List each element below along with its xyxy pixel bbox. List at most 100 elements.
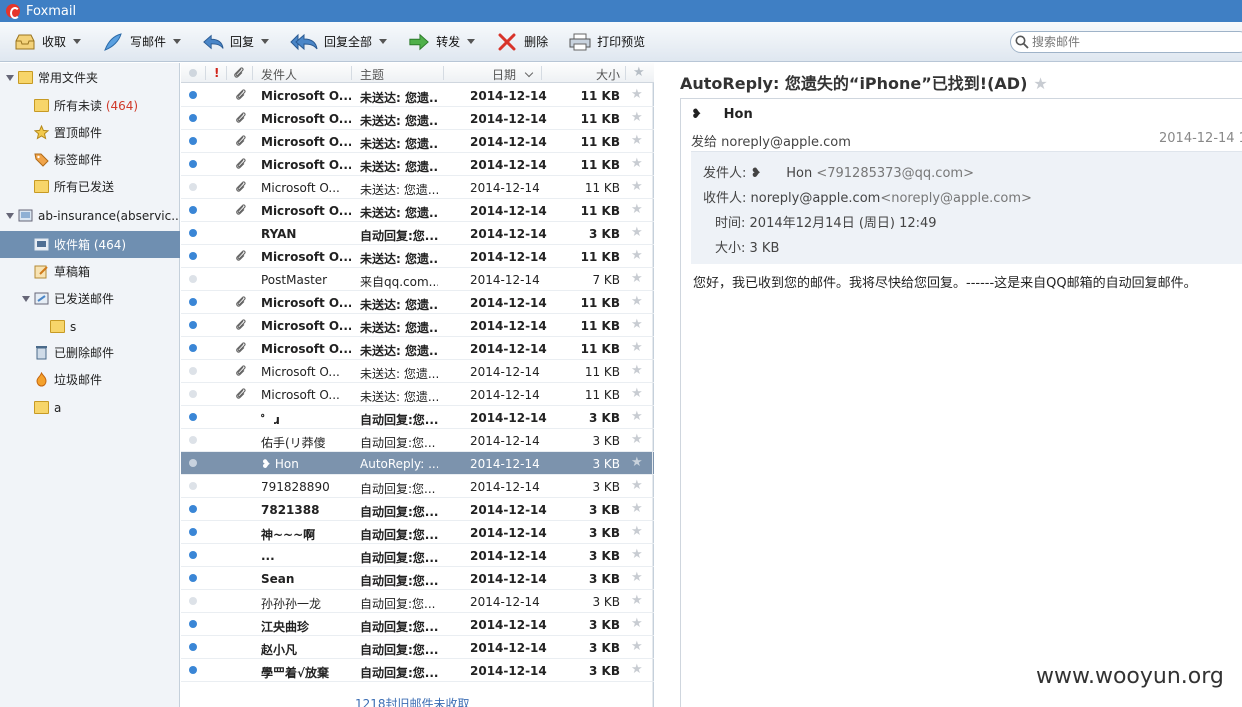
read-status-dot-icon[interactable] bbox=[189, 528, 197, 536]
sidebar-item-all-sent[interactable]: 所有已发送 bbox=[0, 173, 180, 200]
sender-column-header[interactable]: 发件人 bbox=[261, 66, 297, 83]
star-icon[interactable]: ★ bbox=[631, 317, 643, 332]
read-status-dot-icon[interactable] bbox=[189, 413, 197, 421]
read-status-column-icon[interactable] bbox=[189, 69, 197, 77]
sidebar-item-pinned[interactable]: 置顶邮件 bbox=[0, 119, 180, 146]
star-icon[interactable]: ★ bbox=[631, 248, 643, 263]
read-status-dot-icon[interactable] bbox=[189, 344, 197, 352]
star-icon[interactable]: ★ bbox=[631, 294, 643, 309]
read-status-dot-icon[interactable] bbox=[189, 137, 197, 145]
star-icon[interactable]: ★ bbox=[631, 455, 643, 470]
chevron-down-icon[interactable] bbox=[73, 39, 82, 44]
from-name[interactable]: ❥ Hon bbox=[691, 107, 753, 122]
priority-column-header[interactable]: ! bbox=[214, 66, 219, 80]
table-row[interactable]: ❥ Hon AutoReply: ... 2014-12-14 3 KB ★ bbox=[181, 452, 654, 475]
more-mail-link[interactable]: 1218封旧邮件未收取 bbox=[355, 695, 470, 707]
receive-button[interactable]: 收取 bbox=[0, 27, 88, 57]
read-status-dot-icon[interactable] bbox=[189, 597, 197, 605]
forward-button[interactable]: 转发 bbox=[394, 27, 482, 57]
sidebar-item-account[interactable]: ab-insurance(abservic... bbox=[0, 202, 180, 229]
table-row[interactable]: ... 自动回复:您... 2014-12-14 3 KB ★ bbox=[181, 544, 654, 567]
star-icon[interactable]: ★ bbox=[631, 409, 643, 424]
read-status-dot-icon[interactable] bbox=[189, 620, 197, 628]
star-icon[interactable]: ★ bbox=[631, 616, 643, 631]
table-row[interactable]: Microsoft O... 未送达: 您遗... 2014-12-14 11 KB ★ bbox=[181, 337, 654, 360]
table-row[interactable]: Microsoft O... 未送达: 您遗... 2014-12-14 11 KB ★ bbox=[181, 199, 654, 222]
read-status-dot-icon[interactable] bbox=[189, 666, 197, 674]
star-icon[interactable]: ★ bbox=[631, 156, 643, 171]
expand-arrow-icon[interactable] bbox=[6, 213, 14, 219]
star-icon[interactable]: ★ bbox=[631, 386, 643, 401]
star-icon[interactable]: ★ bbox=[631, 271, 643, 286]
chevron-down-icon[interactable] bbox=[261, 39, 270, 44]
print-preview-button[interactable]: 打印预览 bbox=[555, 27, 652, 57]
table-row[interactable]: 791828890 自动回复:您... 2014-12-14 3 KB ★ bbox=[181, 475, 654, 498]
search-box[interactable] bbox=[1010, 31, 1242, 53]
table-row[interactable]: Microsoft O... 未送达: 您遗... 2014-12-14 11 KB ★ bbox=[181, 84, 654, 107]
chevron-down-icon[interactable] bbox=[173, 39, 182, 44]
star-icon[interactable]: ★ bbox=[631, 133, 643, 148]
sidebar-item-deleted[interactable]: 已删除邮件 bbox=[0, 339, 180, 366]
list-scrollbar[interactable] bbox=[652, 83, 653, 707]
read-status-dot-icon[interactable] bbox=[189, 183, 197, 191]
read-status-dot-icon[interactable] bbox=[189, 114, 197, 122]
read-status-dot-icon[interactable] bbox=[189, 91, 197, 99]
sidebar-item-common-folders[interactable]: 常用文件夹 bbox=[0, 64, 180, 91]
table-row[interactable]: Microsoft O... 未送达: 您遗... 2014-12-14 11 KB ★ bbox=[181, 130, 654, 153]
read-status-dot-icon[interactable] bbox=[189, 206, 197, 214]
reply-button[interactable]: 回复 bbox=[188, 27, 276, 57]
star-icon[interactable]: ★ bbox=[631, 570, 643, 585]
read-status-dot-icon[interactable] bbox=[189, 298, 197, 306]
expand-arrow-icon[interactable] bbox=[22, 296, 30, 302]
read-status-dot-icon[interactable] bbox=[189, 436, 197, 444]
table-row[interactable]: 江央曲珍 自动回复:您... 2014-12-14 3 KB ★ bbox=[181, 613, 654, 636]
read-status-dot-icon[interactable] bbox=[189, 275, 197, 283]
star-icon[interactable]: ★ bbox=[631, 639, 643, 654]
star-icon[interactable]: ★ bbox=[631, 593, 643, 608]
star-icon[interactable]: ★ bbox=[631, 547, 643, 562]
delete-button[interactable]: 删除 bbox=[482, 27, 555, 57]
star-icon[interactable]: ★ bbox=[631, 340, 643, 355]
star-icon[interactable]: ★ bbox=[631, 478, 643, 493]
table-row[interactable]: 神~~~啊 自动回复:您... 2014-12-14 3 KB ★ bbox=[181, 521, 654, 544]
read-status-dot-icon[interactable] bbox=[189, 459, 197, 467]
read-status-dot-icon[interactable] bbox=[189, 321, 197, 329]
chevron-down-icon[interactable] bbox=[379, 39, 388, 44]
star-column-icon[interactable]: ★ bbox=[633, 65, 645, 80]
table-row[interactable]: Microsoft O... 未送达: 您遗... 2014-12-14 11 KB ★ bbox=[181, 314, 654, 337]
sidebar-item-drafts[interactable]: 草稿箱 bbox=[0, 258, 180, 285]
table-row[interactable]: 赵小凡 自动回复:您... 2014-12-14 3 KB ★ bbox=[181, 636, 654, 659]
star-icon[interactable]: ★ bbox=[631, 432, 643, 447]
table-row[interactable]: Microsoft O... 未送达: 您遗... 2014-12-14 11 KB ★ bbox=[181, 153, 654, 176]
read-status-dot-icon[interactable] bbox=[189, 367, 197, 375]
sidebar-item-a[interactable]: a bbox=[0, 394, 180, 421]
table-row[interactable]: 學罒着√放棄 自动回复:您... 2014-12-14 3 KB ★ bbox=[181, 659, 654, 682]
read-status-dot-icon[interactable] bbox=[189, 160, 197, 168]
subject-column-header[interactable]: 主题 bbox=[360, 66, 384, 83]
table-row[interactable]: ゜ɹ 自动回复:您... 2014-12-14 3 KB ★ bbox=[181, 406, 654, 429]
star-icon[interactable]: ★ bbox=[631, 501, 643, 516]
sidebar-item-inbox[interactable]: 收件箱 (464) bbox=[0, 231, 180, 258]
star-icon[interactable]: ★ bbox=[631, 87, 643, 102]
table-row[interactable]: 7821388 自动回复:您... 2014-12-14 3 KB ★ bbox=[181, 498, 654, 521]
expand-arrow-icon[interactable] bbox=[6, 75, 14, 81]
read-status-dot-icon[interactable] bbox=[189, 482, 197, 490]
read-status-dot-icon[interactable] bbox=[189, 229, 197, 237]
read-status-dot-icon[interactable] bbox=[189, 252, 197, 260]
read-status-dot-icon[interactable] bbox=[189, 643, 197, 651]
sidebar-item-s[interactable]: s bbox=[0, 313, 180, 340]
table-row[interactable]: Microsoft O... 未送达: 您遗... 2014-12-14 11 KB ★ bbox=[181, 360, 654, 383]
size-column-header[interactable]: 大小 bbox=[596, 66, 620, 83]
star-icon[interactable]: ★ bbox=[631, 179, 643, 194]
table-row[interactable]: RYAN 自动回复:您... 2014-12-14 3 KB ★ bbox=[181, 222, 654, 245]
star-icon[interactable]: ★ bbox=[1033, 74, 1047, 93]
search-input[interactable] bbox=[1032, 35, 1232, 49]
table-row[interactable]: Microsoft O... 未送达: 您遗... 2014-12-14 11 KB ★ bbox=[181, 291, 654, 314]
table-row[interactable]: 佑手(リ莽傻 自动回复:您... 2014-12-14 3 KB ★ bbox=[181, 429, 654, 452]
table-row[interactable]: Microsoft O... 未送达: 您遗... 2014-12-14 11 KB ★ bbox=[181, 245, 654, 268]
star-icon[interactable]: ★ bbox=[631, 110, 643, 125]
star-icon[interactable]: ★ bbox=[631, 524, 643, 539]
table-row[interactable]: Microsoft O... 未送达: 您遗... 2014-12-14 11 KB ★ bbox=[181, 107, 654, 130]
table-row[interactable]: Microsoft O... 未送达: 您遗... 2014-12-14 11 KB ★ bbox=[181, 176, 654, 199]
sidebar-item-tagged[interactable]: 标签邮件 bbox=[0, 146, 180, 173]
